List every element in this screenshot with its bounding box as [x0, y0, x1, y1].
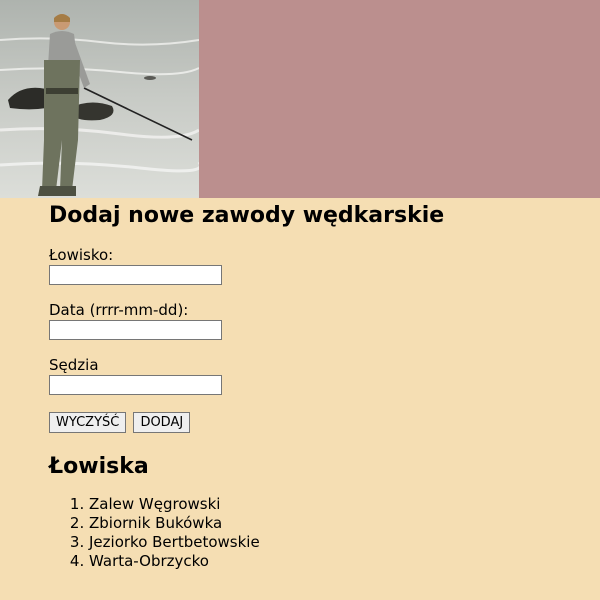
date-field-group: Data (rrrr-mm-dd):: [49, 301, 589, 340]
list-item: Zalew Węgrowski: [89, 495, 589, 514]
angler-photo: [0, 0, 199, 198]
judge-field-group: Sędzia: [49, 356, 589, 395]
list-item: Jeziorko Bertbetowskie: [89, 533, 589, 552]
list-item: Warta-Obrzycko: [89, 552, 589, 571]
fisheries-heading: Łowiska: [49, 454, 149, 479]
fishery-label: Łowisko:: [49, 246, 114, 264]
date-label: Data (rrrr-mm-dd):: [49, 301, 189, 319]
form-buttons: WYCZYŚĆ DODAJ: [49, 411, 589, 433]
date-input[interactable]: [49, 320, 222, 340]
fishery-input[interactable]: [49, 265, 222, 285]
fisheries-list: Zalew Węgrowski Zbiornik Bukówka Jeziork…: [49, 495, 589, 571]
judge-label: Sędzia: [49, 356, 99, 374]
judge-input[interactable]: [49, 375, 222, 395]
fishery-field-group: Łowisko:: [49, 246, 589, 285]
form-title: Dodaj nowe zawody wędkarskie: [49, 203, 445, 228]
add-button[interactable]: DODAJ: [133, 412, 191, 433]
clear-button[interactable]: WYCZYŚĆ: [49, 412, 127, 433]
competition-form: Łowisko: Data (rrrr-mm-dd): Sędzia WYCZY…: [49, 246, 589, 433]
list-item: Zbiornik Bukówka: [89, 514, 589, 533]
main-content: Dodaj nowe zawody wędkarskie Łowisko: Da…: [49, 198, 589, 571]
color-panel: [199, 0, 600, 198]
top-banner: [0, 0, 600, 198]
